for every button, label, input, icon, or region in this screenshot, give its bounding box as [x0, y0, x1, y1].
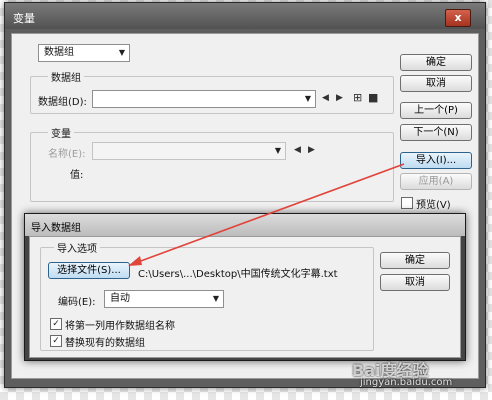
variables-dialog-titlebar[interactable]: 变量 x	[5, 3, 485, 29]
watermark-url: jingyan.baidu.com	[360, 377, 453, 388]
import-cancel-button[interactable]: 取消	[380, 274, 450, 291]
dataset-group-legend: 数据组	[48, 69, 84, 84]
variable-name-label: 名称(E):	[48, 149, 86, 160]
encoding-value: 自动	[110, 293, 130, 304]
variable-value-label: 值:	[70, 170, 84, 181]
chevron-down-icon: ▼	[304, 94, 311, 103]
chevron-down-icon: ▼	[212, 294, 219, 303]
use-first-column-label: 将第一列用作数据组名称	[65, 321, 175, 332]
preview-label: 预览(V)	[416, 200, 451, 211]
next-button[interactable]: 下一个(N)	[400, 124, 472, 141]
dataset-select[interactable]: ▼	[92, 90, 316, 108]
prev-button[interactable]: 上一个(P)	[400, 102, 472, 119]
chevron-down-icon: ▼	[118, 48, 125, 57]
next-dataset-icon[interactable]: ▶	[336, 93, 343, 103]
prev-variable-icon[interactable]: ◀	[294, 145, 301, 155]
variable-type-select[interactable]: 数据组 ▼	[38, 44, 130, 62]
variable-type-value: 数据组	[44, 47, 74, 58]
import-options-legend: 导入选项	[54, 240, 100, 255]
replace-existing-label: 替换现有的数据组	[65, 338, 145, 349]
new-dataset-icon[interactable]: ⊞	[353, 91, 362, 104]
apply-button[interactable]: 应用(A)	[400, 173, 472, 190]
encoding-select[interactable]: 自动 ▼	[104, 290, 224, 308]
use-first-column-checkbox[interactable]: ✓	[50, 318, 62, 330]
chevron-down-icon: ▼	[274, 146, 281, 155]
import-dialog-titlebar[interactable]: 导入数据组	[25, 214, 465, 236]
import-dialog-title: 导入数据组	[31, 223, 81, 234]
close-button[interactable]: x	[445, 9, 471, 27]
import-dialog-body: 导入选项 选择文件(S)... C:\Users\...\Desktop\中国传…	[29, 236, 461, 358]
variable-group-legend: 变量	[48, 125, 74, 140]
choose-file-button[interactable]: 选择文件(S)...	[48, 262, 130, 279]
prev-dataset-icon[interactable]: ◀	[322, 93, 329, 103]
import-ok-button[interactable]: 确定	[380, 252, 450, 269]
file-path-text: C:\Users\...\Desktop\中国传统文化字幕.txt	[138, 269, 338, 280]
trash-icon[interactable]: ■	[368, 91, 378, 104]
variables-dialog-title: 变量	[13, 12, 35, 25]
import-button[interactable]: 导入(I)...	[400, 152, 472, 169]
replace-existing-checkbox[interactable]: ✓	[50, 335, 62, 347]
next-variable-icon[interactable]: ▶	[308, 145, 315, 155]
ok-button[interactable]: 确定	[400, 54, 472, 71]
encoding-label: 编码(E):	[58, 297, 96, 308]
cancel-button[interactable]: 取消	[400, 75, 472, 92]
dataset-field-label: 数据组(D):	[38, 97, 87, 108]
import-datasets-dialog: 导入数据组 导入选项 选择文件(S)... C:\Users\...\Deskt…	[24, 213, 466, 361]
variable-name-select[interactable]: ▼	[92, 142, 286, 160]
preview-checkbox[interactable]	[401, 197, 413, 209]
